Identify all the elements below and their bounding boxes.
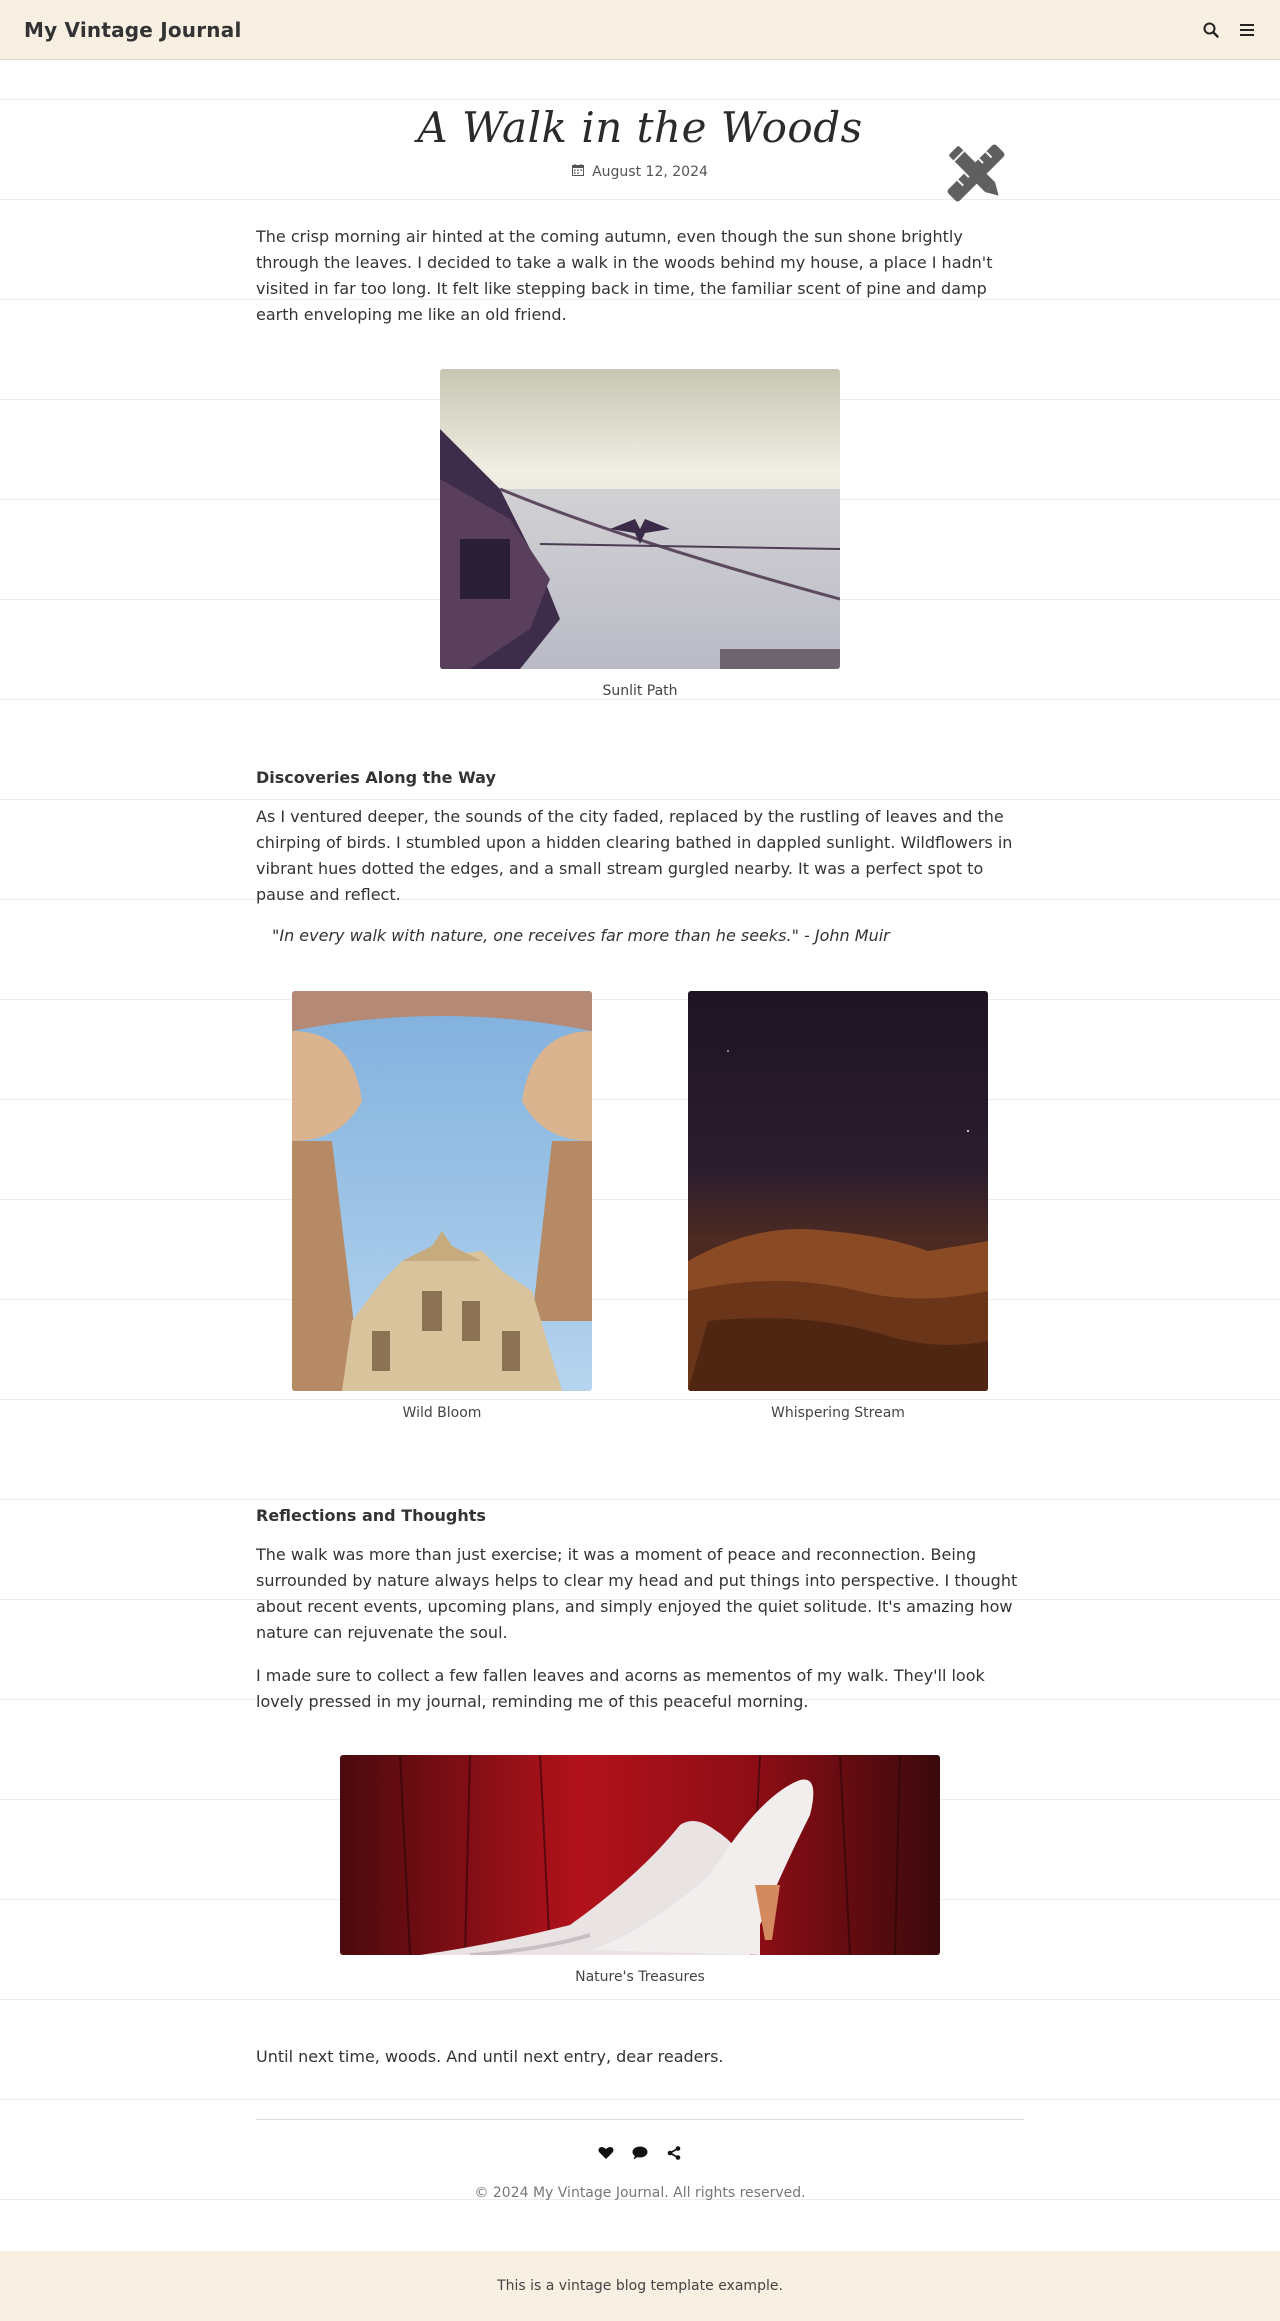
copyright-text: © 2024 My Vintage Journal. All rights re… [474, 2185, 806, 2201]
natures-treasures-image[interactable] [340, 1755, 940, 1955]
figure-whispering-stream: Whispering Stream [688, 991, 988, 1421]
section-heading-discoveries: Discoveries Along the Way [256, 768, 496, 787]
blockquote: "In every walk with nature, one receives… [272, 926, 890, 945]
section-heading-reflections: Reflections and Thoughts [256, 1506, 486, 1525]
wild-bloom-caption: Wild Bloom [402, 1405, 482, 1421]
site-header: My Vintage Journal [0, 0, 1280, 60]
wild-bloom-image[interactable] [292, 991, 592, 1391]
closing-paragraph: Until next time, woods. And until next e… [256, 2047, 724, 2066]
post-divider [256, 2119, 1024, 2120]
figure-sunlit-path: Sunlit Path [440, 369, 840, 699]
site-footer: This is a vintage blog template example. [0, 2251, 1280, 2321]
footer-text: This is a vintage blog template example. [497, 2278, 783, 2294]
search-icon[interactable] [1202, 21, 1220, 39]
sunlit-path-caption: Sunlit Path [602, 683, 678, 699]
post-header: A Walk in the Woods August 12, 2024 [256, 100, 1024, 180]
header-actions [1202, 21, 1256, 39]
post-title: A Walk in the Woods [417, 103, 863, 152]
intro-paragraph: The crisp morning air hinted at the comi… [256, 227, 993, 324]
post-date-text: August 12, 2024 [592, 164, 708, 180]
discoveries-paragraph: As I ventured deeper, the sounds of the … [256, 807, 1013, 904]
heart-icon[interactable] [598, 2145, 614, 2161]
reflections-paragraph-2: I made sure to collect a few fallen leav… [256, 1666, 985, 1711]
calendar-icon [572, 164, 585, 180]
site-brand[interactable]: My Vintage Journal [24, 18, 242, 42]
figure-natures-treasures: Nature's Treasures [340, 1755, 940, 1985]
comment-icon[interactable] [632, 2145, 648, 2161]
reflections-paragraph-1: The walk was more than just exercise; it… [256, 1545, 1018, 1642]
figure-wild-bloom: Wild Bloom [292, 991, 592, 1421]
social-actions [256, 2145, 1024, 2161]
natures-treasures-caption: Nature's Treasures [575, 1969, 705, 1985]
sunlit-path-image[interactable] [440, 369, 840, 669]
pencil-ruler-icon [940, 137, 1012, 209]
whispering-stream-caption: Whispering Stream [771, 1405, 905, 1421]
menu-icon[interactable] [1238, 21, 1256, 39]
share-icon[interactable] [666, 2145, 682, 2161]
whispering-stream-image[interactable] [688, 991, 988, 1391]
post-date: August 12, 2024 [256, 164, 1024, 180]
